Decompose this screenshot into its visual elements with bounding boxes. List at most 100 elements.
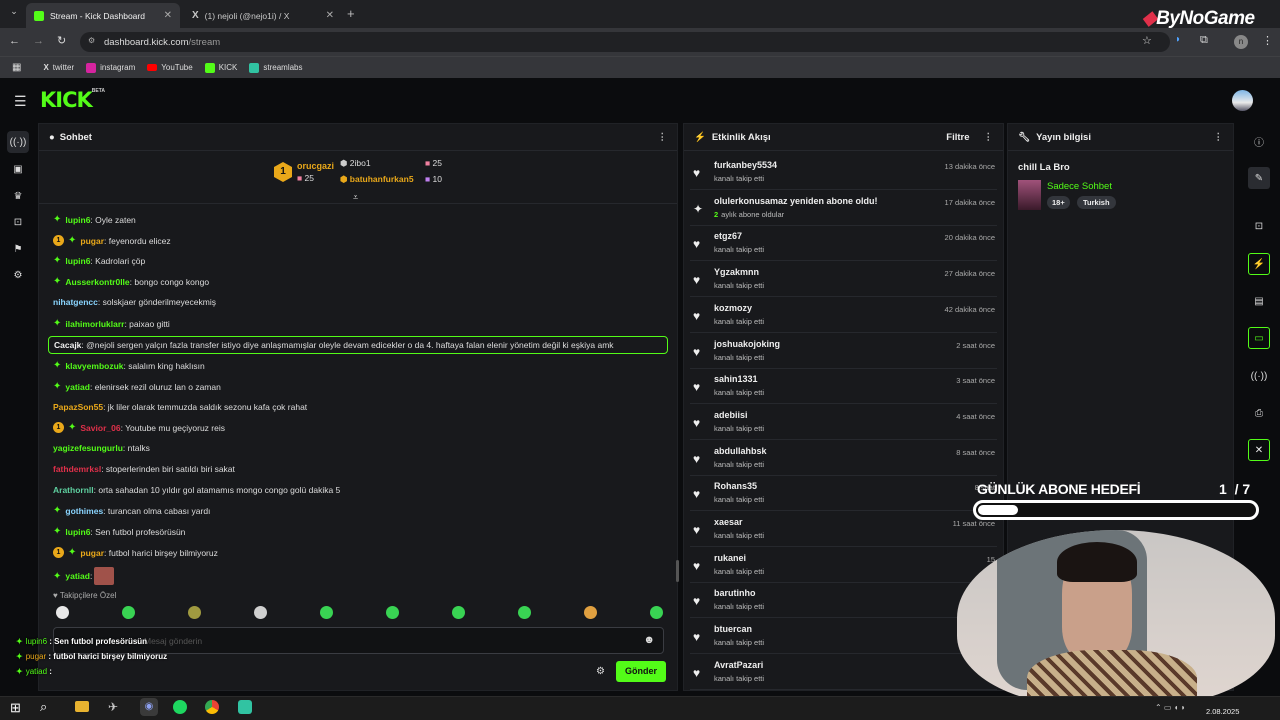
emote-button[interactable] bbox=[320, 606, 333, 619]
bookmark-star-icon[interactable]: ☆ bbox=[1142, 34, 1152, 47]
chat-username[interactable]: lupin6 bbox=[65, 215, 90, 225]
discord-icon[interactable]: ◉ bbox=[140, 698, 158, 716]
leaderboard-third[interactable]: ⬢ batuhanfurkan5 bbox=[340, 174, 414, 185]
kick-logo[interactable]: KICKBETA bbox=[40, 88, 105, 112]
activity-event[interactable]: ♥AvratPazarikanalı takip etti19 bbox=[690, 655, 997, 690]
activity-event[interactable]: ♥ Rohans35 kanalı takip etti 8 saat bbox=[690, 476, 997, 512]
settings-icon[interactable]: ⚙ bbox=[7, 264, 29, 286]
reload-icon[interactable]: ↻ bbox=[57, 34, 66, 47]
close-tab-icon[interactable]: ✕ bbox=[326, 10, 334, 21]
activity-event[interactable]: ♥ kozmozy kanalı takip etti 42 dakika önce bbox=[690, 298, 997, 333]
lightning-toggle-icon[interactable]: ⚡ bbox=[1248, 253, 1270, 275]
camera-icon[interactable]: ⊡ bbox=[1248, 215, 1270, 237]
bookmark-twitter[interactable]: Xtwitter bbox=[43, 63, 74, 72]
emote-button[interactable] bbox=[650, 606, 663, 619]
category-thumbnail[interactable] bbox=[1018, 180, 1041, 210]
emote-button[interactable] bbox=[254, 606, 267, 619]
bookmark-kick[interactable]: KICK bbox=[204, 62, 237, 73]
streamlabs-taskbar-icon[interactable] bbox=[238, 700, 252, 714]
leaderboard-second[interactable]: ⬢ 2ibo1 bbox=[340, 158, 371, 169]
activity-event[interactable]: ♥ adebiisi kanalı takip etti 4 saat önce bbox=[690, 405, 997, 440]
activity-event[interactable]: ♥barutinhokanalı takip etti15 bbox=[690, 583, 997, 619]
url-field[interactable]: ⚙ dashboard.kick.com/stream bbox=[80, 32, 1170, 52]
chat-username[interactable]: fathdemrksl bbox=[53, 464, 101, 474]
emote-button[interactable] bbox=[188, 606, 201, 619]
chat-menu-icon[interactable]: ⋮ bbox=[658, 132, 668, 143]
search-icon[interactable]: ⌕ bbox=[40, 699, 47, 715]
activity-event[interactable]: ♥ xaesar kanalı takip etti 11 saat önce bbox=[690, 512, 997, 547]
chat-username[interactable]: Ausserkontr0lle bbox=[65, 277, 129, 287]
spotify-icon[interactable] bbox=[173, 700, 187, 714]
document-icon[interactable]: ▤ bbox=[1248, 290, 1270, 312]
leaderboard-expand-icon[interactable]: ⩡ bbox=[353, 192, 358, 203]
activity-event[interactable]: ♥ etgz67 kanalı takip etti 20 dakika önce bbox=[690, 226, 997, 262]
forward-icon[interactable]: → bbox=[33, 35, 44, 47]
chat-username[interactable]: ilahimorluklarr bbox=[65, 319, 124, 329]
stream-info-menu-icon[interactable]: ⋮ bbox=[1214, 132, 1224, 143]
activity-event[interactable]: ♥ furkanbey5534 kanalı takip etti 13 dakika… bbox=[690, 155, 997, 190]
emote-button[interactable] bbox=[386, 606, 399, 619]
back-icon[interactable]: ← bbox=[9, 35, 20, 47]
user-avatar[interactable] bbox=[1232, 90, 1253, 111]
chat-username[interactable]: PapazSon55 bbox=[53, 402, 103, 412]
new-tab-icon[interactable]: + bbox=[347, 6, 355, 21]
browser-menu-icon[interactable]: ⋮ bbox=[1262, 34, 1273, 47]
activity-event[interactable]: ♥ abdullahbsk kanalı takip etti 8 saat önce bbox=[690, 441, 997, 476]
printer-icon[interactable]: ⎙ bbox=[1248, 402, 1270, 424]
chat-username[interactable]: Savior_06 bbox=[80, 423, 120, 433]
chat-username[interactable]: yagizefesungurlu bbox=[53, 443, 123, 453]
filter-button[interactable]: Filtre bbox=[946, 132, 969, 143]
chat-settings-icon[interactable]: ⚙ bbox=[596, 666, 605, 677]
hamburger-menu-icon[interactable]: ☰ bbox=[14, 93, 27, 110]
activity-event[interactable]: ♥ Ygzakmnn kanalı takip etti 27 dakika önce bbox=[690, 262, 997, 298]
chat-username[interactable]: pugar bbox=[80, 236, 104, 246]
send-button[interactable]: Gönder bbox=[616, 661, 666, 682]
chat-username[interactable]: klavyembozuk bbox=[65, 361, 123, 371]
activity-event[interactable]: ♥ rukanei kanalı takip etti 15 bbox=[690, 548, 997, 583]
activity-menu-icon[interactable]: ⋮ bbox=[984, 132, 994, 143]
bookmark-instagram[interactable]: instagram bbox=[86, 62, 135, 73]
bookmark-youtube[interactable]: YouTube bbox=[147, 63, 193, 72]
tab-kick-dashboard[interactable]: Stream - Kick Dashboard ✕ bbox=[26, 3, 180, 28]
tab-search-icon[interactable]: ⌄ bbox=[6, 6, 22, 22]
file-explorer-icon[interactable] bbox=[75, 701, 89, 712]
tools-icon[interactable]: ✕ bbox=[1248, 439, 1270, 461]
chat-username[interactable]: yatiad bbox=[65, 382, 90, 392]
chat-scrollbar[interactable] bbox=[676, 560, 679, 582]
chat-username[interactable]: Cacajk bbox=[54, 340, 81, 350]
broadcast-icon[interactable]: ((·)) bbox=[1248, 365, 1270, 387]
chat-username[interactable]: lupin6 bbox=[65, 527, 90, 537]
emoji-picker-icon[interactable]: ☻ bbox=[643, 634, 655, 646]
stream-live-icon[interactable]: ((·)) bbox=[7, 131, 29, 153]
chat-username[interactable]: pugar bbox=[80, 548, 104, 558]
tab-x-profile[interactable]: X (1) nejoli (@nejo1i) / X ✕ bbox=[184, 3, 342, 28]
emote-button[interactable] bbox=[518, 606, 531, 619]
emote-button[interactable] bbox=[584, 606, 597, 619]
chat-username[interactable]: Arathornll bbox=[53, 485, 94, 495]
category-name[interactable]: Sadece Sohbet bbox=[1047, 181, 1112, 192]
activity-event[interactable]: ♥btuercankanalı takip etti18 bbox=[690, 619, 997, 655]
profile-avatar[interactable]: n bbox=[1234, 35, 1248, 49]
community-icon[interactable]: ⚑ bbox=[7, 238, 29, 260]
camera-icon[interactable]: ⊡ bbox=[7, 211, 29, 233]
activity-event[interactable]: ✦ olulerkonusamaz yeniden abone oldu! 2 ayl… bbox=[690, 191, 997, 226]
emote-button[interactable] bbox=[56, 606, 69, 619]
bookmark-streamlabs[interactable]: streamlabs bbox=[249, 62, 303, 73]
chrome-icon[interactable] bbox=[205, 700, 219, 714]
chat-toggle-icon[interactable]: ▭ bbox=[1248, 327, 1270, 349]
chat-username[interactable]: lupin6 bbox=[65, 256, 90, 266]
trophy-icon[interactable]: ♛ bbox=[7, 185, 29, 207]
chat-username[interactable]: yatiad bbox=[65, 571, 90, 581]
emote-button[interactable] bbox=[452, 606, 465, 619]
leaderboard-first-name[interactable]: orucgazi bbox=[297, 161, 334, 171]
info-icon[interactable]: ⓘ bbox=[1248, 130, 1270, 152]
dashboard-icon[interactable]: ▣ bbox=[7, 158, 29, 180]
edit-pencil-icon[interactable]: ✎ bbox=[1248, 167, 1270, 189]
start-icon[interactable]: ⊞ bbox=[10, 700, 21, 716]
close-tab-icon[interactable]: ✕ bbox=[164, 10, 172, 21]
extension-icon[interactable]: ◗ bbox=[1175, 34, 1181, 45]
chat-username[interactable]: nihatgencc bbox=[53, 297, 98, 307]
activity-event[interactable]: ♥ joshuakojoking kanalı takip etti 2 saat ö… bbox=[690, 334, 997, 369]
activity-event[interactable]: ♥ sahin1331 kanalı takip etti 3 saat önce bbox=[690, 369, 997, 405]
app-icon[interactable]: ✈ bbox=[108, 700, 118, 714]
